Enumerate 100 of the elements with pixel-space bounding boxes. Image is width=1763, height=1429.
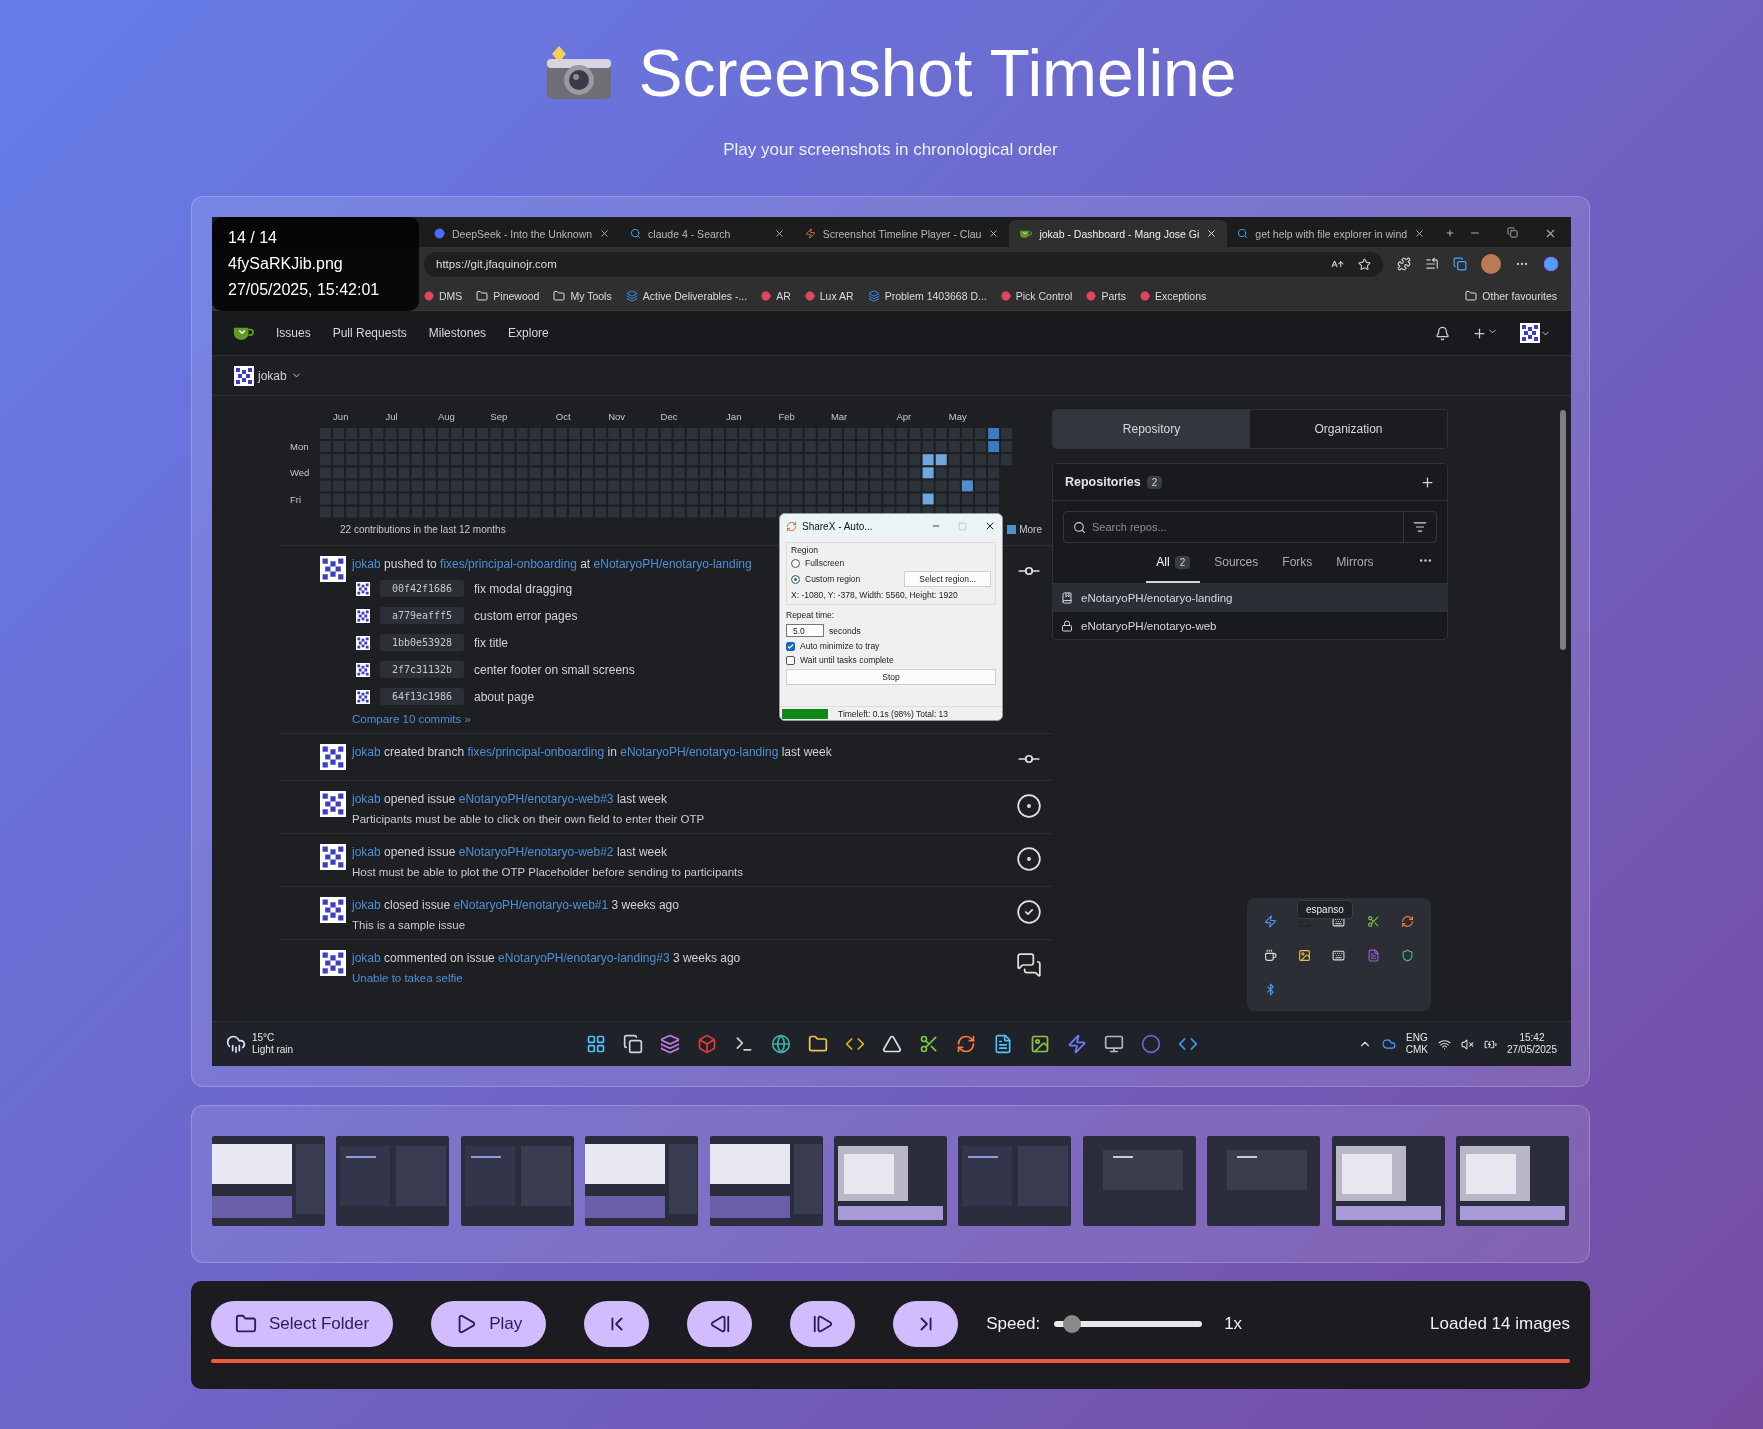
radio-button[interactable] [791, 558, 800, 568]
notification-icon[interactable] [1435, 325, 1450, 341]
screenshot-thumbnail[interactable] [1455, 1136, 1569, 1226]
close-icon[interactable] [988, 228, 1000, 239]
panel-tab[interactable]: Repository [1053, 410, 1250, 448]
commit-sha[interactable]: 64f13c1986 [380, 688, 464, 705]
bookmark[interactable]: AR [761, 289, 791, 302]
folder-icon[interactable] [807, 1034, 828, 1054]
activity-link[interactable]: jokab [352, 845, 381, 859]
image-icon[interactable] [1029, 1034, 1050, 1054]
commit-sha[interactable]: 1bb0e53928 [380, 634, 464, 651]
restore-icon[interactable] [1507, 227, 1518, 238]
ring-icon[interactable] [955, 1034, 976, 1054]
bookmark[interactable]: Pinewood [476, 289, 540, 302]
number-field[interactable]: 5.0 [786, 624, 824, 637]
screenshot-thumbnail[interactable] [1207, 1136, 1321, 1226]
screenshot-thumbnail[interactable] [460, 1136, 574, 1226]
activity-link[interactable]: fixes/principal-onboarding [440, 557, 577, 571]
activity-link[interactable]: eNotaryoPH/enotaryo-web#1 [453, 898, 609, 912]
bookmark[interactable]: Parts [1086, 289, 1126, 302]
activity-link[interactable]: eNotaryoPH/enotaryo-landing [593, 557, 752, 571]
create-icon[interactable] [1472, 325, 1487, 341]
activity-link[interactable]: eNotaryoPH/enotaryo-web#2 [458, 845, 614, 859]
first-button[interactable] [584, 1301, 650, 1347]
select-region-button[interactable]: Select region... [904, 571, 991, 587]
nav-link[interactable]: Issues [276, 326, 311, 340]
repo-item[interactable]: eNotaryoPH/enotaryo-landing [1053, 583, 1447, 611]
screenshot-thumbnail[interactable] [1331, 1136, 1445, 1226]
nav-link[interactable]: Explore [508, 326, 549, 340]
shield-icon[interactable] [1401, 948, 1415, 962]
next-button[interactable] [790, 1301, 856, 1347]
browser-tab[interactable]: get help with file explorer in wind [1227, 220, 1436, 247]
monitor-icon[interactable] [1103, 1034, 1124, 1054]
keyboard-icon[interactable] [1332, 948, 1346, 962]
nav-link[interactable]: Pull Requests [332, 326, 407, 340]
profile-avatar[interactable] [1481, 254, 1501, 274]
filter-tab[interactable]: Sources [1204, 543, 1269, 583]
bolt-icon[interactable] [1066, 1034, 1087, 1054]
picture-icon[interactable] [1298, 948, 1312, 962]
screenshot-thumbnail[interactable] [1082, 1136, 1196, 1226]
close-icon[interactable] [1414, 228, 1426, 239]
box-icon[interactable] [696, 1034, 717, 1054]
close-icon[interactable] [1544, 227, 1557, 240]
note-icon[interactable] [1366, 948, 1380, 962]
globe-icon[interactable] [770, 1034, 791, 1054]
cloud-icon[interactable] [1381, 1037, 1396, 1051]
browser-tab[interactable]: DeepSeek - Into the Unknown [424, 220, 621, 247]
folder-button[interactable]: Select Folder [211, 1301, 394, 1347]
clock-time[interactable]: 15:42 [1519, 1032, 1545, 1044]
bookmark[interactable]: My Tools [553, 289, 612, 302]
browser-tab[interactable]: Screenshot Timeline Player - Clau [794, 220, 1010, 247]
bookmark[interactable]: Problem 1403668 D... [867, 289, 987, 302]
bookmark[interactable]: Lux AR [804, 289, 854, 302]
close-icon[interactable] [984, 520, 996, 532]
activity-link[interactable]: eNotaryoPH/enotaryo-web#3 [458, 792, 614, 806]
star-icon[interactable] [1358, 257, 1371, 271]
grid-icon[interactable] [585, 1034, 606, 1054]
last-button[interactable] [893, 1301, 959, 1347]
bookmark[interactable]: Active Deliverables -... [625, 289, 748, 302]
assistant-icon[interactable] [1543, 256, 1559, 272]
browser-tab[interactable]: claude 4 - Search [620, 220, 795, 247]
mute-icon[interactable] [1460, 1037, 1474, 1051]
close-icon[interactable] [1206, 228, 1218, 239]
activity-link[interactable]: fixes/principal-onboarding [467, 745, 605, 759]
keyboard-layout[interactable]: CMK [1405, 1044, 1428, 1056]
browser-tab[interactable]: jokab - Dashboard - Mang Jose Gi [1009, 220, 1228, 247]
activity-link[interactable]: eNotaryoPH/enotaryo-landing#3 [498, 951, 670, 965]
repo-item[interactable]: eNotaryoPH/enotaryo-web [1053, 611, 1447, 639]
cup-icon[interactable] [1263, 948, 1277, 962]
nav-link[interactable]: Milestones [428, 326, 487, 340]
activity-link[interactable]: jokab [352, 557, 381, 571]
screenshot-thumbnail[interactable] [958, 1136, 1072, 1226]
collections-icon[interactable] [1453, 257, 1467, 271]
activity-link[interactable]: jokab [352, 951, 381, 965]
play-button[interactable]: Play [431, 1301, 547, 1347]
wifi-icon[interactable] [1437, 1037, 1451, 1051]
screenshot-thumbnail[interactable] [709, 1136, 823, 1226]
scissors-icon[interactable] [1366, 914, 1380, 928]
extensions-icon[interactable] [1397, 257, 1411, 271]
activity-link[interactable]: jokab [352, 745, 381, 759]
add-icon[interactable] [1420, 474, 1435, 490]
search-field[interactable]: Search repos... [1063, 511, 1437, 543]
prev-button[interactable] [687, 1301, 753, 1347]
stop-button[interactable]: Stop [786, 669, 996, 685]
filter-tab[interactable]: Mirrors [1326, 543, 1384, 583]
screenshot-thumbnail[interactable] [336, 1136, 450, 1226]
comment-link[interactable]: Unable to takea selfie [352, 972, 1000, 984]
filter-tab[interactable]: Forks [1272, 543, 1323, 583]
teacup-logo-icon[interactable] [1019, 228, 1033, 239]
radio-button[interactable] [791, 574, 800, 584]
close-icon[interactable] [599, 228, 611, 239]
window-icon[interactable] [622, 1034, 643, 1054]
other-favourites[interactable]: Other favourites [1465, 289, 1557, 302]
activity-link[interactable]: jokab [352, 792, 381, 806]
address-field[interactable]: https://git.jfaquinojr.com [424, 251, 1383, 277]
context-user[interactable]: jokab [258, 368, 287, 383]
screenshot-thumbnail[interactable] [212, 1136, 325, 1226]
ring-icon[interactable] [1401, 914, 1415, 928]
commit-sha[interactable]: a779eafff5 [380, 607, 464, 624]
checkbox[interactable] [786, 641, 795, 651]
